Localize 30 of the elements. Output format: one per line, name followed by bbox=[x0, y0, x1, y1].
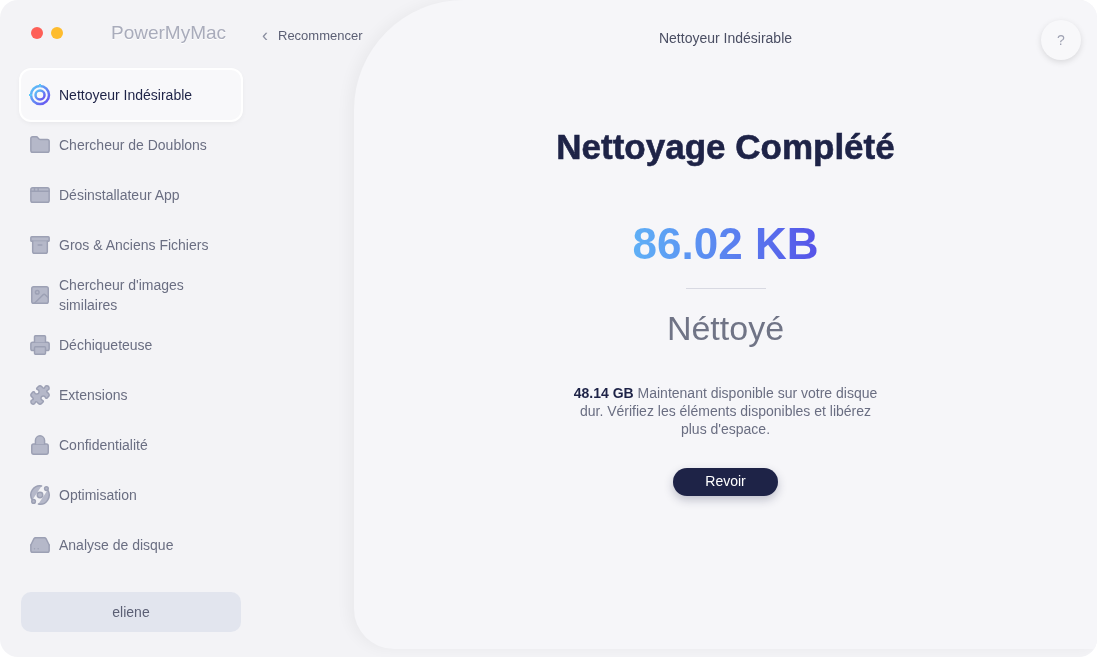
shredder-icon bbox=[29, 334, 51, 356]
sidebar-item[interactable]: Gros & Anciens Fichiers bbox=[21, 220, 241, 270]
folder-icon bbox=[29, 134, 51, 156]
sidebar-item[interactable]: Extensions bbox=[21, 370, 241, 420]
orbit-icon bbox=[29, 484, 51, 506]
image-icon bbox=[29, 284, 51, 306]
minimize-button[interactable] bbox=[51, 27, 63, 39]
sidebar-item[interactable]: Nettoyeur Indésirable bbox=[21, 70, 241, 120]
disk-space-message: 48.14 GB Maintenant disponible sur votre disque dur. Vérifiez les éléments disponibles et libérez plus d'espace. bbox=[572, 383, 879, 438]
lock-icon bbox=[29, 434, 51, 456]
user-button[interactable]: eliene bbox=[21, 592, 241, 632]
box-icon bbox=[29, 234, 51, 256]
puzzle-icon bbox=[29, 384, 51, 406]
sidebar-item[interactable]: Chercheur de Doublons bbox=[21, 120, 241, 170]
back-link[interactable]: ‹ Recommencer bbox=[262, 22, 363, 49]
close-button[interactable] bbox=[31, 27, 43, 39]
review-button[interactable]: Revoir bbox=[673, 467, 778, 496]
sidebar-item[interactable]: Désinstallateur App bbox=[21, 170, 241, 220]
help-button[interactable]: ? bbox=[1041, 20, 1081, 60]
sidebar-item[interactable]: Confidentialité bbox=[21, 420, 241, 470]
completion-heading: Nettoyage Complété bbox=[556, 126, 895, 168]
status-label: Néttoyé bbox=[666, 307, 785, 349]
sidebar-item[interactable]: Optimisation bbox=[21, 470, 241, 520]
sidebar-item[interactable]: Analyse de disque bbox=[21, 520, 241, 570]
app-name: PowerMyMac bbox=[111, 20, 227, 45]
target-icon bbox=[29, 84, 51, 106]
sidebar-item[interactable]: Chercheur d'images similaires bbox=[21, 270, 241, 320]
sidebar-item[interactable]: Déchiqueteuse bbox=[21, 320, 241, 370]
window-title: Nettoyeur Indésirable bbox=[658, 29, 793, 48]
app-icon bbox=[29, 184, 51, 206]
